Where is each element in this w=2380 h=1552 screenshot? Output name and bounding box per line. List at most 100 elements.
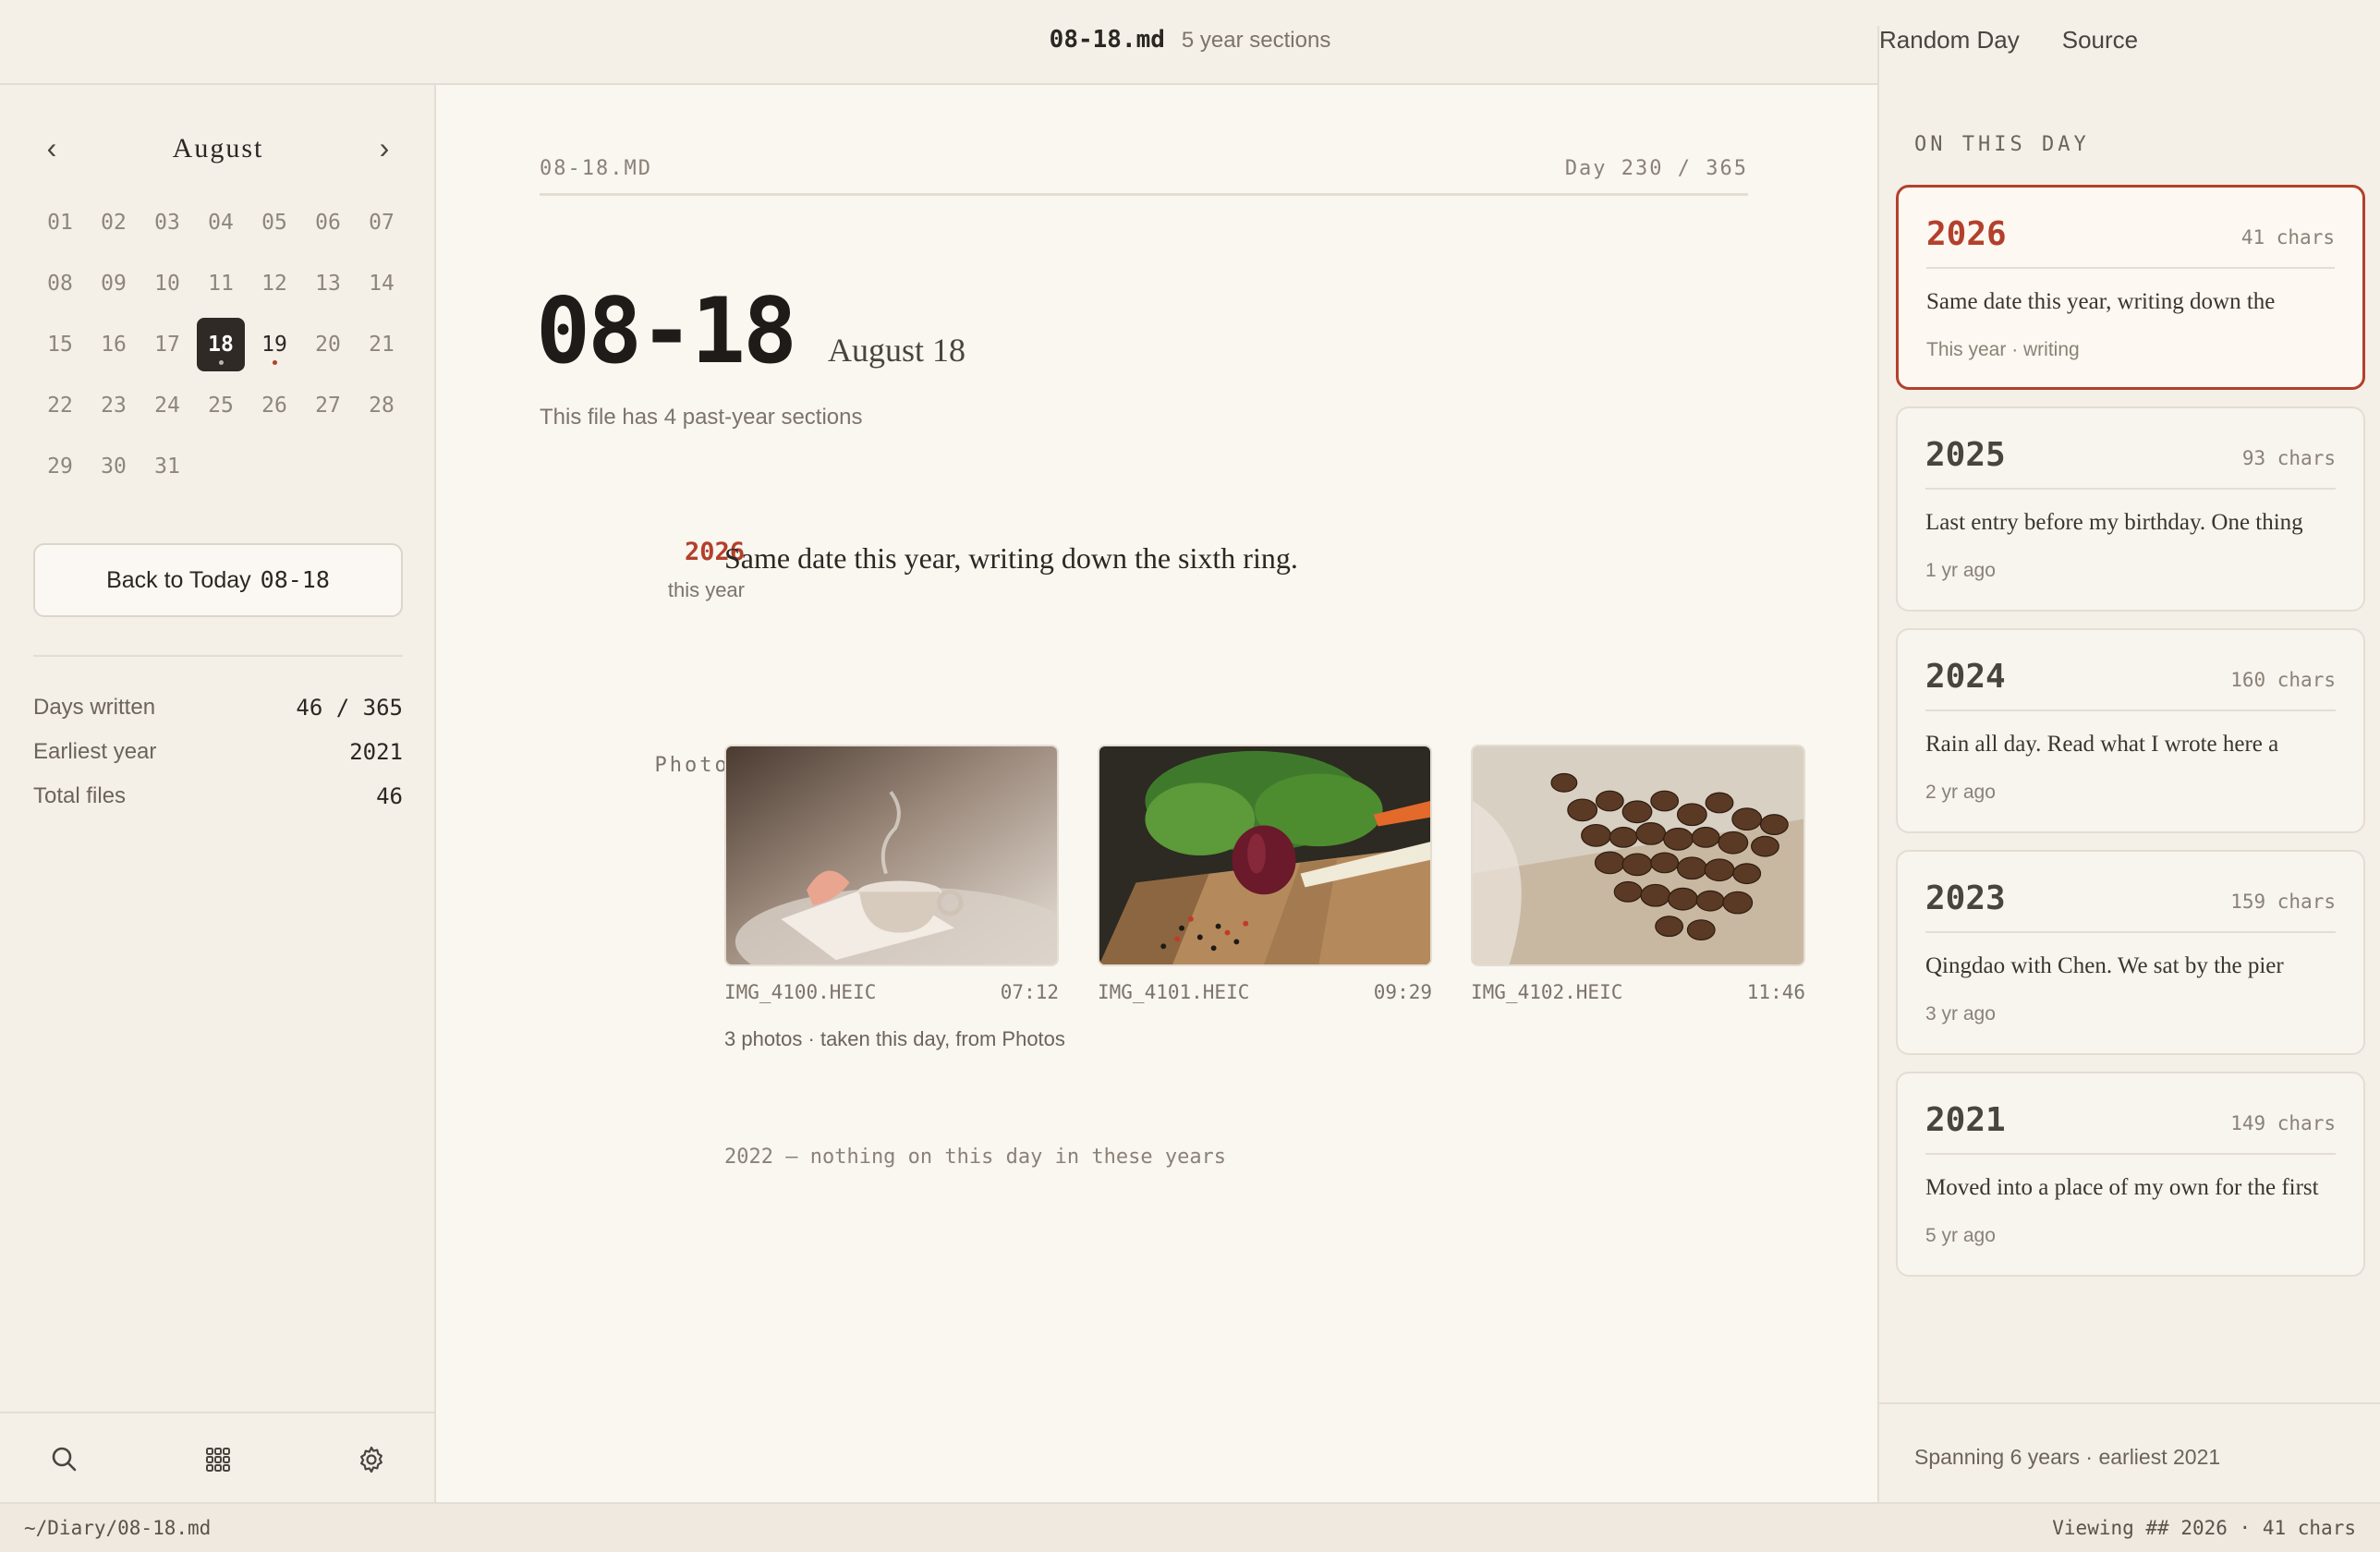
calendar: 01 02 03 04 05 06 07 08 09 10 11 12 13 14 15 16 17 18 19 20… — [33, 196, 403, 493]
file-title: 08-18.md — [1049, 26, 1165, 54]
card-meta: This year · writing — [1926, 339, 2080, 360]
calendar-day[interactable]: 08 — [36, 257, 84, 310]
year-card-2023[interactable]: 2023 159 chars Qingdao with Chen. We sat… — [1896, 850, 2365, 1055]
calendar-day[interactable]: 18 — [197, 318, 245, 371]
calendar-day[interactable]: 14 — [358, 257, 406, 310]
panel-footer: Spanning 6 years · earliest 2021 — [1879, 1402, 2380, 1502]
card-chars: 93 chars — [2241, 447, 2336, 469]
stat-value: 2021 — [349, 739, 403, 765]
stat-label: Earliest year — [33, 739, 157, 764]
month-name: August — [172, 133, 264, 164]
photos-label: Photos — [654, 754, 745, 777]
card-year: 2025 — [1925, 436, 2006, 474]
calendar-day[interactable]: 17 — [143, 318, 191, 371]
main-content: 08-18.MD Day 230 / 365 08-18 August 18 T… — [436, 85, 1877, 1502]
gear-icon[interactable] — [353, 1441, 390, 1478]
calendar-day[interactable]: 22 — [36, 379, 84, 432]
panel-heading: ON THIS DAY — [1914, 133, 2090, 156]
card-chars: 160 chars — [2230, 669, 2336, 691]
month-navigator: ‹ August › — [33, 131, 403, 168]
stat-days-written: Days written 46 / 365 — [33, 685, 403, 730]
entry-when: this year — [667, 578, 745, 601]
card-year: 2021 — [1925, 1101, 2006, 1139]
year-card-2026[interactable]: 2026 41 chars Same date this year, writi… — [1896, 185, 2365, 390]
calendar-day[interactable]: 04 — [197, 196, 245, 249]
calendar-day[interactable]: 20 — [304, 318, 352, 371]
calendar-day[interactable]: 31 — [143, 440, 191, 493]
photo-thumbnail[interactable] — [1098, 745, 1432, 966]
file-header: 08-18.MD Day 230 / 365 — [540, 157, 1748, 196]
on-this-day-panel: ON THIS DAY 2026 41 chars Same date this… — [1877, 85, 2380, 1502]
page-title: 08-18 — [536, 279, 797, 384]
calendar-day[interactable]: 25 — [197, 379, 245, 432]
calendar-day[interactable]: 30 — [90, 440, 138, 493]
card-meta: 3 yr ago — [1925, 1003, 1996, 1025]
photo-filename: IMG_4102.HEIC — [1471, 981, 1623, 1003]
card-divider — [1925, 1153, 2336, 1155]
calendar-day[interactable]: 03 — [143, 196, 191, 249]
top-bar: 08-18.md 5 year sections Random Day Sourc… — [0, 0, 2380, 1443]
card-excerpt: Last entry before my birthday. One thing — [1925, 510, 2303, 535]
next-month-button[interactable]: › — [366, 131, 403, 165]
calendar-day[interactable]: 12 — [250, 257, 298, 310]
entry-text[interactable]: Same date this year, writing down the si… — [724, 541, 1298, 576]
section-count: 5 year sections — [1181, 28, 1331, 53]
sidebar-toolbar — [0, 1412, 434, 1502]
search-icon[interactable] — [46, 1441, 83, 1478]
left-sidebar: ‹ August › 01 02 03 04 05 06 07 08 09 10 11 12 13 14 1… — [0, 85, 436, 1502]
file-note: This file has 4 past-year sections — [540, 405, 863, 430]
photo-caption: IMG_4100.HEIC 07:12 — [724, 981, 1059, 1003]
card-divider — [1925, 931, 2336, 933]
calendar-day[interactable]: 05 — [250, 196, 298, 249]
card-excerpt: Rain all day. Read what I wrote here a — [1925, 732, 2279, 757]
back-to-today-label: Back to Today — [106, 567, 251, 593]
photo-thumbnail[interactable] — [1471, 745, 1805, 966]
calendar-day[interactable]: 23 — [90, 379, 138, 432]
grid-icon[interactable] — [200, 1441, 237, 1478]
calendar-day[interactable]: 10 — [143, 257, 191, 310]
calendar-day[interactable]: 26 — [250, 379, 298, 432]
calendar-day[interactable]: 15 — [36, 318, 84, 371]
calendar-day[interactable]: 27 — [304, 379, 352, 432]
calendar-day[interactable]: 24 — [143, 379, 191, 432]
card-divider — [1926, 267, 2335, 269]
photo-time: 11:46 — [1746, 981, 1805, 1003]
calendar-day[interactable]: 28 — [358, 379, 406, 432]
calendar-day[interactable]: 11 — [197, 257, 245, 310]
calendar-day[interactable]: 16 — [90, 318, 138, 371]
card-year: 2026 — [1926, 215, 2007, 253]
photo-time: 09:29 — [1373, 981, 1432, 1003]
photo-thumbnail[interactable] — [724, 745, 1059, 966]
calendar-day[interactable]: 01 — [36, 196, 84, 249]
calendar-day[interactable]: 29 — [36, 440, 84, 493]
back-to-today-date: 08-18 — [260, 566, 330, 593]
back-to-today-button[interactable]: Back to Today 08-18 — [33, 543, 403, 617]
year-card-2021[interactable]: 2021 149 chars Moved into a place of my … — [1896, 1072, 2365, 1277]
calendar-day[interactable]: 09 — [90, 257, 138, 310]
year-card-2024[interactable]: 2024 160 chars Rain all day. Read what I… — [1896, 628, 2365, 833]
card-meta: 2 yr ago — [1925, 782, 1996, 803]
calendar-day[interactable]: 21 — [358, 318, 406, 371]
file-label: 08-18.MD — [540, 157, 652, 180]
year-card-2025[interactable]: 2025 93 chars Last entry before my birth… — [1896, 406, 2365, 612]
status-bar: ~/Diary/08-18.md Viewing ## 2026 · 41 ch… — [0, 1502, 2380, 1552]
calendar-day[interactable]: 07 — [358, 196, 406, 249]
calendar-day[interactable]: 19 — [250, 318, 298, 371]
calendar-day[interactable]: 02 — [90, 196, 138, 249]
card-excerpt: Qingdao with Chen. We sat by the pier — [1925, 953, 2284, 978]
photo-caption: IMG_4102.HEIC 11:46 — [1471, 981, 1805, 1003]
photo-filename: IMG_4100.HEIC — [724, 981, 877, 1003]
day-counter: Day 230 / 365 — [1564, 157, 1748, 180]
date-subtitle: August 18 — [828, 332, 966, 369]
card-year: 2024 — [1925, 658, 2006, 696]
calendar-day[interactable]: 06 — [304, 196, 352, 249]
card-chars: 159 chars — [2230, 891, 2336, 913]
card-meta: 1 yr ago — [1925, 560, 1996, 581]
card-excerpt: Moved into a place of my own for the fir… — [1925, 1175, 2319, 1200]
span-summary: Spanning 6 years · earliest 2021 — [1914, 1445, 2221, 1469]
calendar-day[interactable]: 13 — [304, 257, 352, 310]
card-divider — [1925, 709, 2336, 711]
stat-label: Days written — [33, 695, 156, 720]
stat-earliest-year: Earliest year 2021 — [33, 730, 403, 774]
photo-caption: IMG_4101.HEIC 09:29 — [1098, 981, 1432, 1003]
